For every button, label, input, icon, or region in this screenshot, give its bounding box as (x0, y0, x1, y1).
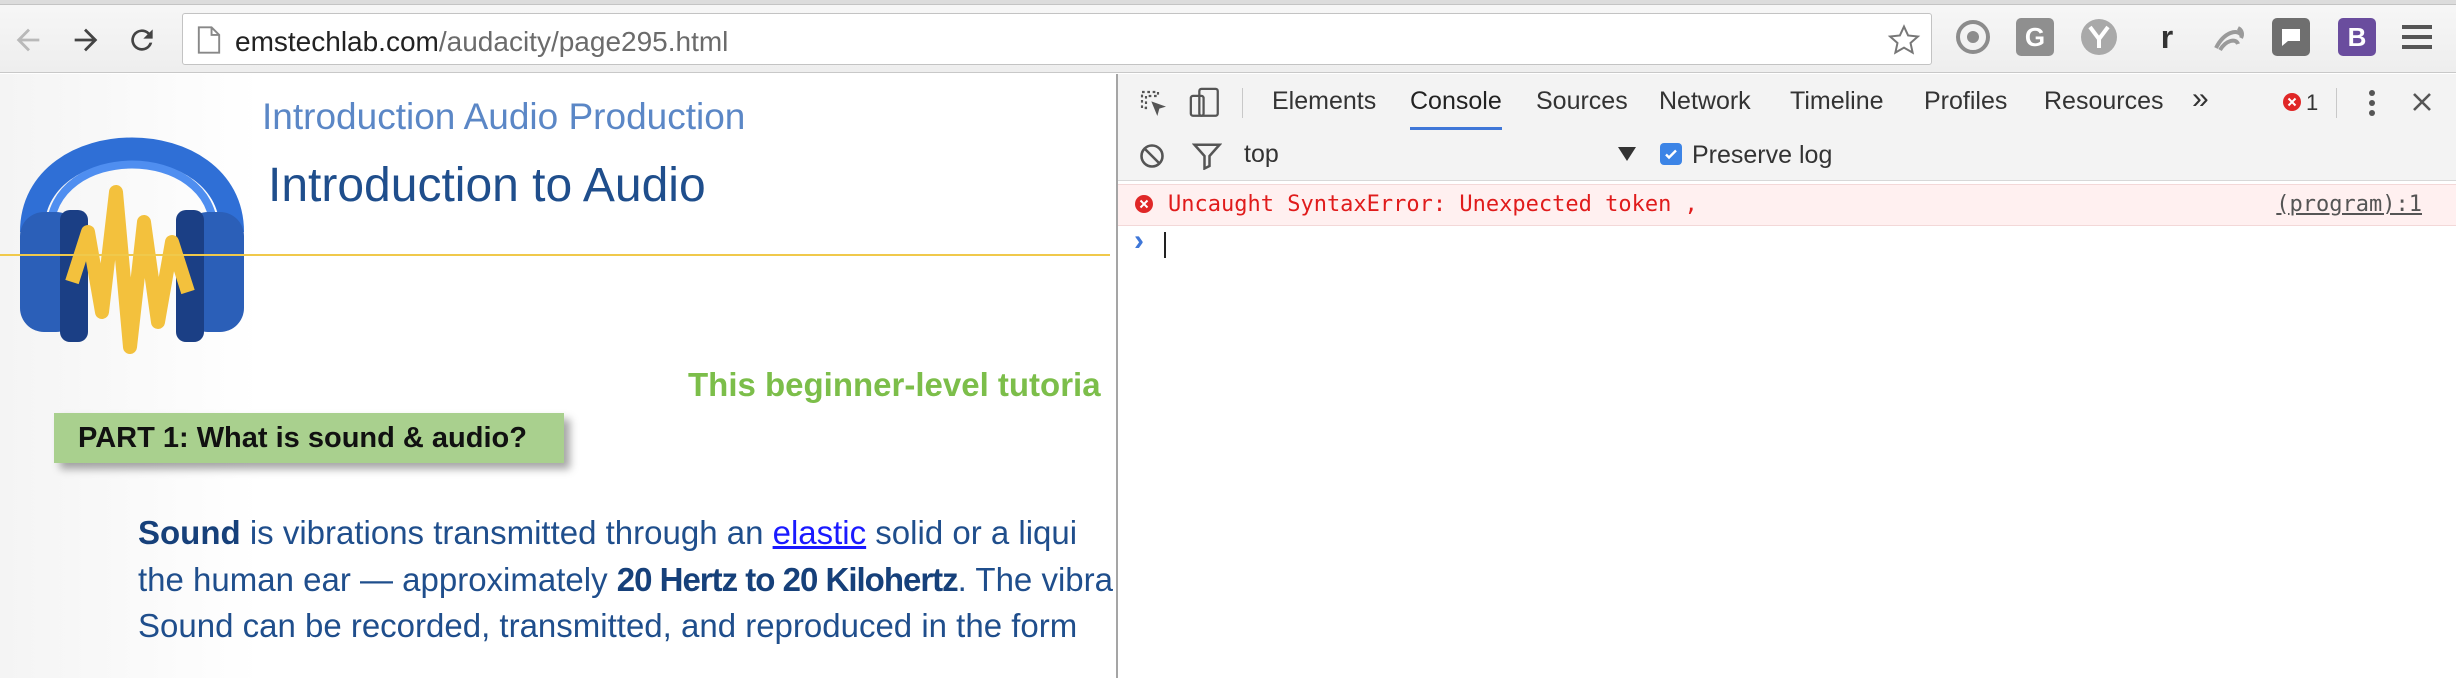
chevron-down-icon[interactable] (1618, 147, 1636, 161)
circle-extension-icon[interactable] (1954, 18, 1992, 56)
g-extension-icon[interactable]: G (2016, 18, 2054, 56)
tab-console[interactable]: Console (1410, 87, 1502, 130)
tab-separator (1242, 88, 1243, 118)
y-extension-icon[interactable] (2080, 18, 2118, 56)
menu-icon (2402, 25, 2440, 49)
console-prompt[interactable]: › (1118, 224, 2456, 262)
frequency-range: 20 Hertz to 20 Kilohertz (616, 561, 959, 598)
console-filterbar: top Preserve log (1118, 130, 2456, 181)
tab-separator (2336, 88, 2337, 118)
reload-icon (131, 29, 153, 51)
console-error-row: Uncaught SyntaxError: Unexpected token ,… (1118, 184, 2456, 226)
context-selector[interactable]: top (1244, 140, 1279, 169)
chat-extension-icon[interactable] (2272, 18, 2310, 56)
inspect-element-icon[interactable] (1138, 88, 1170, 120)
more-options-icon[interactable] (2366, 88, 2378, 118)
swirl-extension-icon[interactable] (2210, 18, 2248, 56)
clear-console-icon[interactable] (1138, 142, 1166, 170)
bookmark-star-icon[interactable] (1887, 23, 1921, 57)
tab-elements[interactable]: Elements (1272, 87, 1376, 130)
tab-network[interactable]: Network (1659, 87, 1751, 130)
prompt-chevron-icon: › (1134, 224, 1144, 257)
site-title[interactable]: Introduction Audio Production (262, 96, 745, 138)
error-count[interactable]: 1 (2306, 90, 2318, 133)
header-divider (0, 254, 1110, 256)
page-heading: Introduction to Audio (268, 159, 706, 212)
reload-button[interactable] (122, 20, 162, 60)
devtools-tabbar: Elements Console Sources Network Timelin… (1118, 74, 2456, 131)
error-icon (1135, 195, 1153, 213)
tab-resources[interactable]: Resources (2044, 87, 2164, 130)
back-button[interactable] (8, 20, 48, 60)
forward-button[interactable] (66, 20, 106, 60)
paragraph-line-3: Sound can be recorded, transmitted, and … (138, 607, 1078, 644)
tab-profiles[interactable]: Profiles (1924, 87, 2007, 130)
text-caret (1164, 232, 1166, 258)
devtools-panel: Elements Console Sources Network Timelin… (1116, 74, 2456, 678)
preserve-log-checkbox[interactable] (1660, 143, 1682, 165)
r-extension-icon[interactable]: r (2148, 18, 2186, 56)
device-mode-icon[interactable] (1188, 86, 1222, 120)
tab-sources[interactable]: Sources (1536, 87, 1628, 130)
forward-icon (74, 28, 98, 52)
back-icon (16, 28, 40, 52)
browser-toolbar: emstechlab.com/audacity/page295.html G r… (0, 0, 2456, 73)
more-tabs-button[interactable]: » (2192, 82, 2209, 125)
address-bar[interactable]: emstechlab.com/audacity/page295.html (182, 13, 1932, 65)
url-path: /audacity/page295.html (438, 26, 729, 57)
tab-strip (0, 0, 2456, 5)
page-icon (197, 26, 221, 54)
preserve-log-label[interactable]: Preserve log (1692, 141, 1832, 170)
b-extension-icon[interactable]: B (2338, 18, 2376, 56)
filter-icon[interactable] (1192, 142, 1222, 170)
error-message: Uncaught SyntaxError: Unexpected token , (1168, 192, 1698, 217)
close-icon[interactable] (2410, 90, 2434, 114)
web-page: Introduction Audio Production Introducti… (0, 74, 1116, 678)
section-heading-part1: PART 1: What is sound & audio? (54, 413, 564, 463)
browser-menu-button[interactable] (2402, 18, 2440, 56)
url-domain: emstechlab.com (235, 26, 439, 57)
sound-term: Sound (138, 514, 241, 551)
error-source-link[interactable]: (program):1 (2276, 192, 2422, 217)
url-text: emstechlab.com/audacity/page295.html (235, 26, 728, 58)
paragraph-line-2: the human ear — approximately 20 Hertz t… (138, 561, 1113, 598)
tab-timeline[interactable]: Timeline (1790, 87, 1884, 130)
paragraph-line-1: Sound is vibrations transmitted through … (138, 514, 1078, 551)
audacity-headphones-logo (20, 137, 244, 354)
checkmark-icon (1665, 149, 1677, 160)
intro-text: This beginner-level tutoria (688, 366, 1101, 403)
error-count-icon[interactable] (2282, 92, 2302, 112)
elastic-link[interactable]: elastic (773, 514, 867, 551)
